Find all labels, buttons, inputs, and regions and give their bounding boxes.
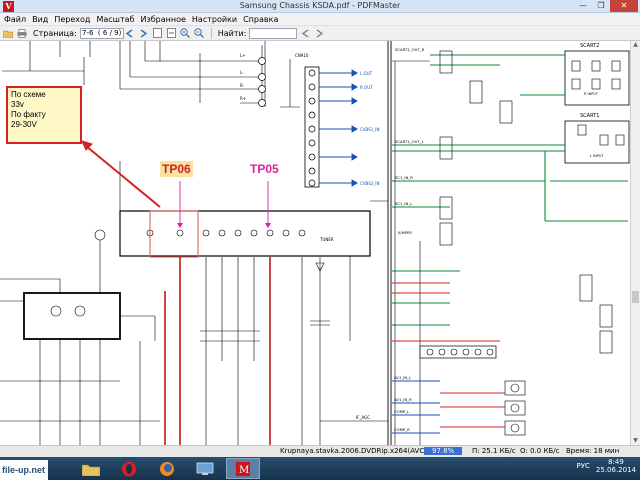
scroll-thumb[interactable] [632, 291, 639, 303]
system-tray: РУС 8:49 25.06.2014 [577, 458, 636, 474]
svg-text:M: M [239, 465, 249, 476]
explorer-taskbar-icon[interactable] [74, 458, 108, 479]
menu-view[interactable]: Вид [31, 15, 53, 24]
clock-time[interactable]: 8:49 [596, 458, 636, 466]
window-title: Samsung Chassis KSDA.pdf - PDFMaster [239, 1, 401, 10]
find-prev-icon[interactable] [300, 28, 311, 39]
fit-width-icon[interactable] [166, 28, 177, 39]
find-label: Найти: [217, 28, 247, 38]
window-controls: — ❐ ✕ [574, 0, 638, 12]
status-upload: О: 0.0 КБ/с [520, 447, 560, 455]
scroll-up-icon[interactable]: ▲ [631, 41, 640, 49]
menu-bar: Файл Вид Переход Масштаб Избранное Настр… [0, 13, 640, 26]
zoom-out-icon[interactable] [194, 28, 205, 39]
fit-page-icon[interactable] [152, 28, 163, 39]
prev-page-icon[interactable] [124, 28, 135, 39]
document-view[interactable]: L+ L- R- R+ CN910 L OUT R OUT CVBS1_IN C… [0, 41, 630, 445]
annotation-arrows [81, 140, 161, 208]
find-input[interactable] [249, 27, 298, 39]
maximize-button[interactable]: ❐ [592, 0, 610, 12]
language-indicator[interactable]: РУС [577, 462, 590, 470]
clock-date[interactable]: 25.06.2014 [596, 466, 636, 474]
open-folder-icon[interactable] [2, 28, 13, 39]
menu-settings[interactable]: Настройки [191, 15, 242, 24]
page-label: Страница: [33, 28, 77, 38]
tp06-label: TP06 [160, 161, 193, 177]
scroll-down-icon[interactable]: ▼ [631, 437, 640, 445]
find-next-icon[interactable] [314, 28, 325, 39]
close-button[interactable]: ✕ [610, 0, 638, 12]
taskbar: M РУС 8:49 25.06.2014 [0, 457, 640, 480]
menu-favorites[interactable]: Избранное [139, 15, 190, 24]
firefox-taskbar-icon[interactable] [150, 458, 184, 479]
status-download: П: 25.1 КБ/с [472, 447, 516, 455]
monitor-taskbar-icon[interactable] [188, 458, 222, 479]
toolbar: Страница: Найти: [0, 26, 640, 41]
pdfmaster-taskbar-icon[interactable]: M [226, 458, 260, 479]
menu-file[interactable]: Файл [3, 15, 31, 24]
menu-zoom[interactable]: Масштаб [95, 15, 139, 24]
tp05-label: TP05 [250, 162, 279, 176]
zoom-in-icon[interactable] [180, 28, 191, 39]
print-icon[interactable] [16, 28, 27, 39]
menu-help[interactable]: Справка [242, 15, 283, 24]
status-bar: Krupnaya.stavka.2006.DVDRip.x264(AVC) 97… [0, 445, 640, 457]
menu-go[interactable]: Переход [53, 15, 95, 24]
status-file: Krupnaya.stavka.2006.DVDRip.x264(AVC) [280, 447, 427, 455]
toolbar-divider [210, 27, 212, 39]
watermark: file-up.net [0, 460, 48, 480]
status-time: Время: 18 мин [566, 447, 620, 455]
vertical-scrollbar[interactable]: ▲ ▼ [630, 41, 640, 445]
opera-taskbar-icon[interactable] [112, 458, 146, 479]
title-bar: V Samsung Chassis KSDA.pdf - PDFMaster —… [0, 0, 640, 13]
status-progress: 97.8% [424, 447, 463, 455]
next-page-icon[interactable] [138, 28, 149, 39]
page-number-input[interactable] [79, 27, 124, 39]
minimize-button[interactable]: — [574, 0, 592, 12]
